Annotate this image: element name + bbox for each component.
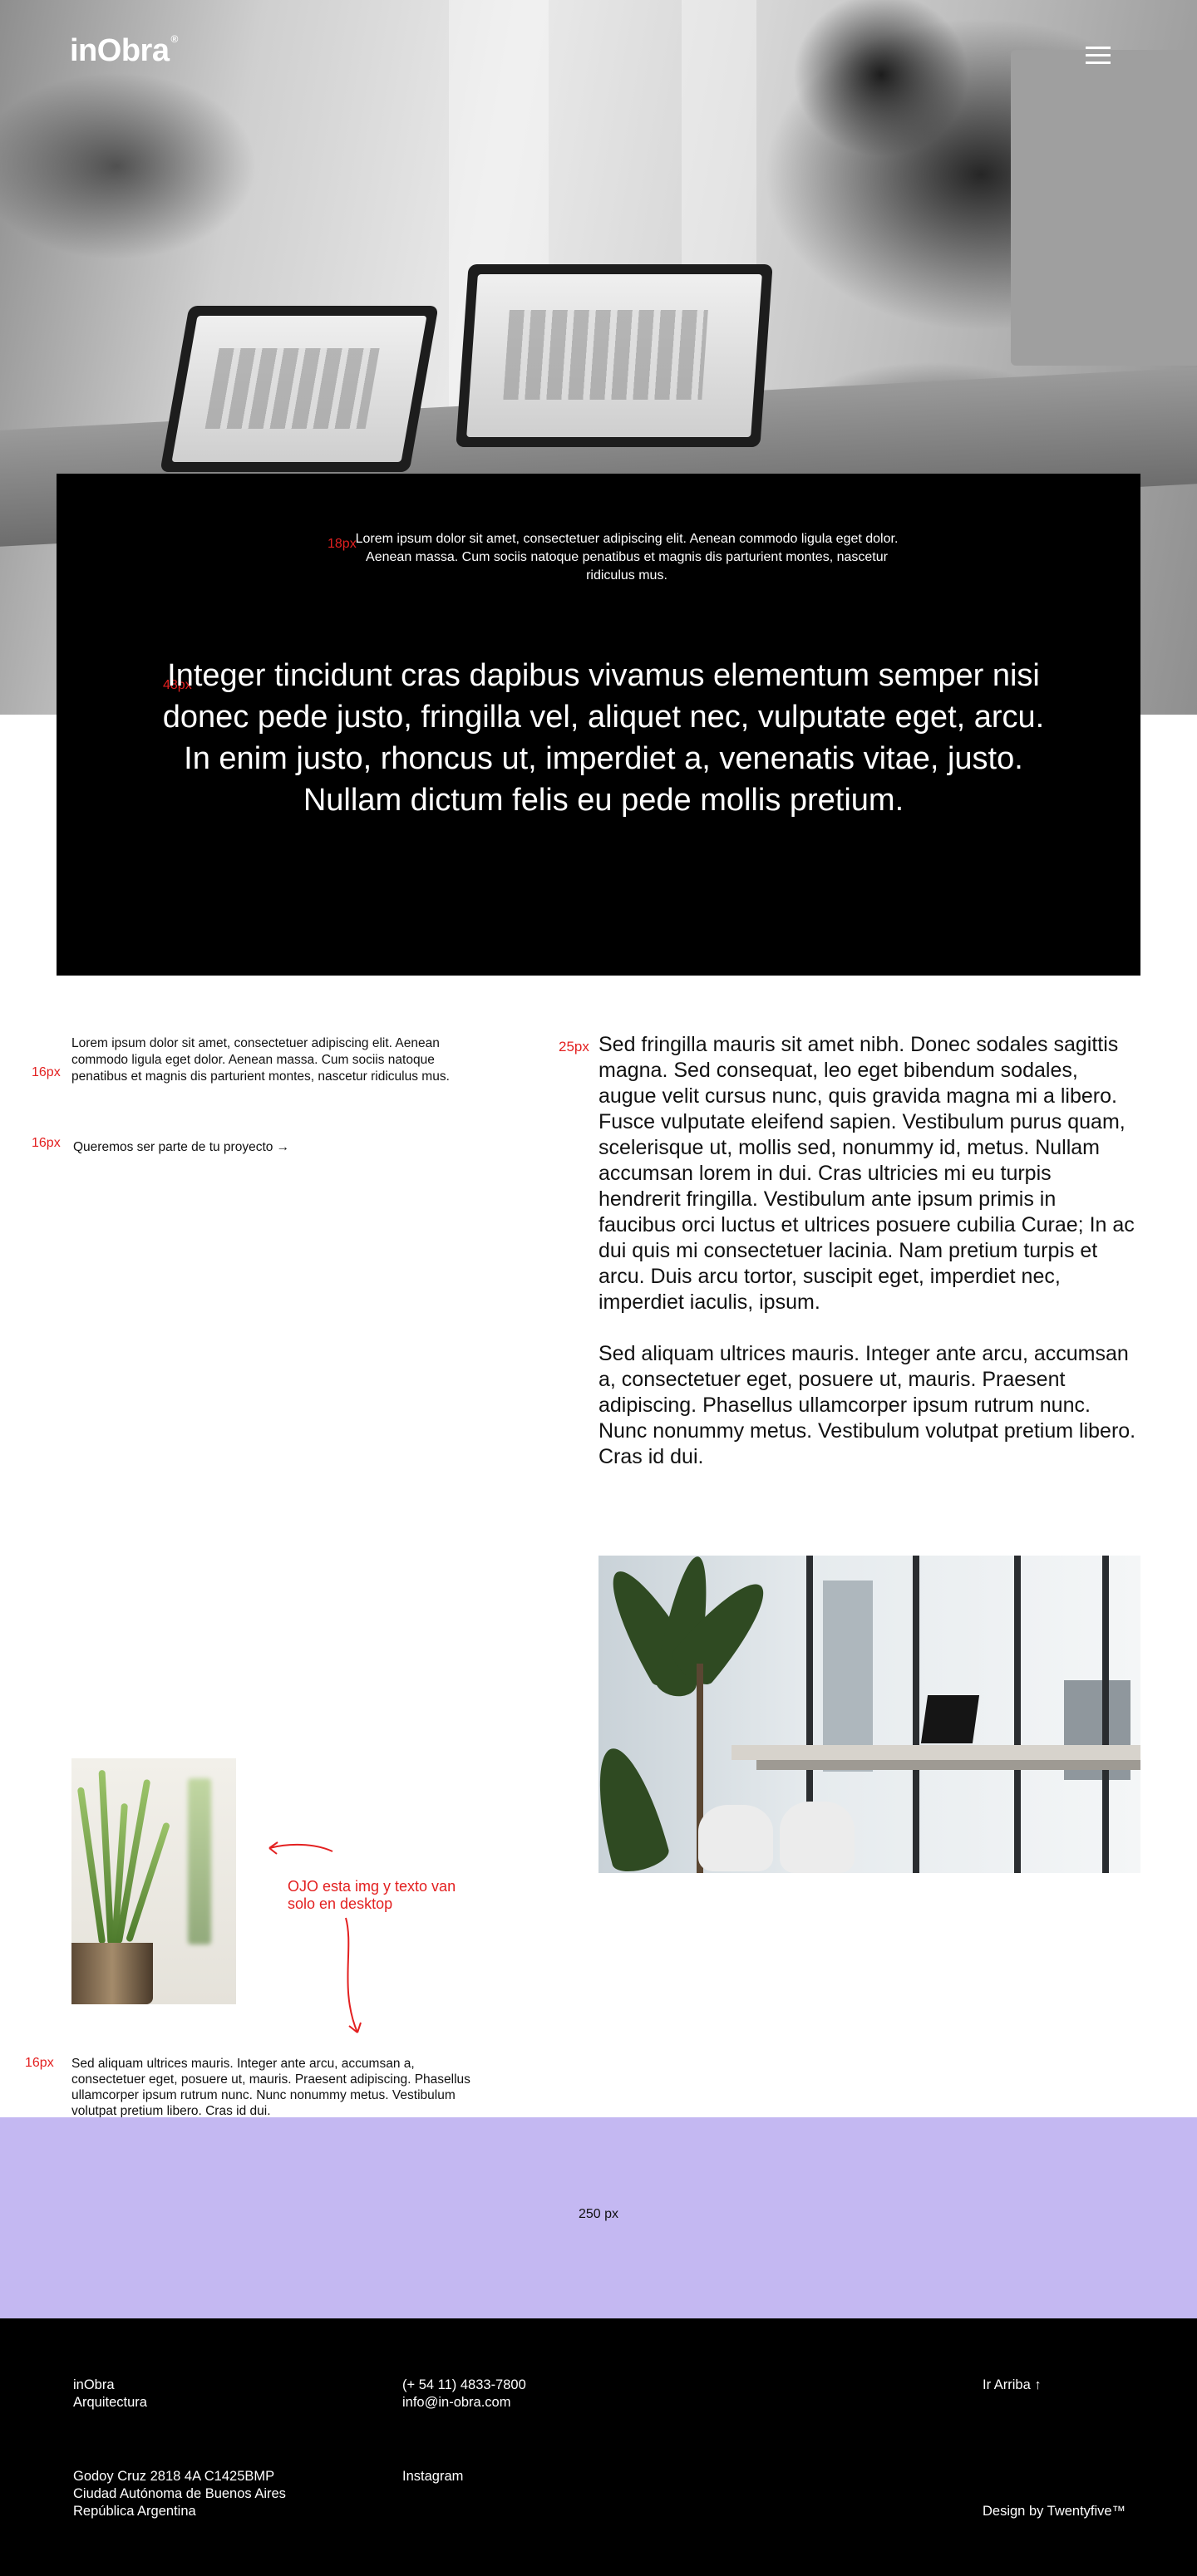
plant-photo bbox=[71, 1758, 236, 2004]
annotation-arrow-down-icon bbox=[345, 1917, 362, 2033]
annotation-label: 25px bbox=[559, 1039, 589, 1054]
laptop bbox=[920, 1695, 980, 1743]
annotation-label: 16px bbox=[32, 1136, 61, 1150]
footer-brand: inObra Arquitectura bbox=[73, 2377, 147, 2410]
office-photo bbox=[598, 1556, 1140, 1873]
intro-block: 18px Lorem ipsum dolor sit amet, consect… bbox=[57, 474, 1140, 976]
monitor bbox=[1011, 50, 1197, 366]
back-to-top-link[interactable]: Ir Arriba ↑ bbox=[983, 2377, 1042, 2394]
annotation-arrow-left-icon bbox=[268, 1841, 333, 1855]
hamburger-menu-icon[interactable] bbox=[1086, 47, 1111, 65]
footer: inObra Arquitectura (+ 54 11) 4833-7800 … bbox=[0, 2318, 1197, 2576]
plant-pot bbox=[71, 1943, 153, 2004]
phone-link[interactable]: (+ 54 11) 4833-7800 bbox=[402, 2377, 526, 2394]
spacer-label: 250 px bbox=[578, 2207, 619, 2221]
design-note: OJO esta img y texto van solo en desktop bbox=[288, 1878, 456, 1912]
laptop-center bbox=[456, 264, 773, 447]
intro-headline: Integer tincidunt cras dapibus vivamus e… bbox=[162, 658, 1045, 818]
footer-address: Godoy Cruz 2818 4A C1425BMP Ciudad Autón… bbox=[73, 2469, 286, 2519]
body-copy: Sed fringilla mauris sit amet nibh. Done… bbox=[598, 1032, 1139, 1470]
design-credit: Design by Twentyfive™ bbox=[983, 2504, 1126, 2519]
intro-summary: Lorem ipsum dolor sit amet, consectetuer… bbox=[355, 532, 899, 583]
annotation-label: 16px bbox=[25, 2056, 54, 2070]
bottom-summary: Sed aliquam ultrices mauris. Integer ant… bbox=[71, 2057, 470, 2118]
footer-contact: (+ 54 11) 4833-7800 info@in-obra.com bbox=[402, 2377, 526, 2411]
email-link[interactable]: info@in-obra.com bbox=[402, 2394, 526, 2411]
spacer-band: 250 px bbox=[0, 2117, 1197, 2318]
instagram-link[interactable]: Instagram bbox=[402, 2468, 463, 2485]
laptop-left bbox=[160, 306, 439, 472]
logo[interactable]: inObra ® bbox=[70, 33, 178, 69]
project-cta-link[interactable]: Queremos ser parte de tu proyecto → bbox=[73, 1140, 289, 1155]
body-paragraph: Sed fringilla mauris sit amet nibh. Done… bbox=[598, 1033, 1135, 1314]
body-paragraph: Sed aliquam ultrices mauris. Integer ant… bbox=[598, 1342, 1136, 1468]
left-summary: Lorem ipsum dolor sit amet, consectetuer… bbox=[71, 1036, 450, 1084]
annotation-label: 16px bbox=[32, 1065, 61, 1079]
